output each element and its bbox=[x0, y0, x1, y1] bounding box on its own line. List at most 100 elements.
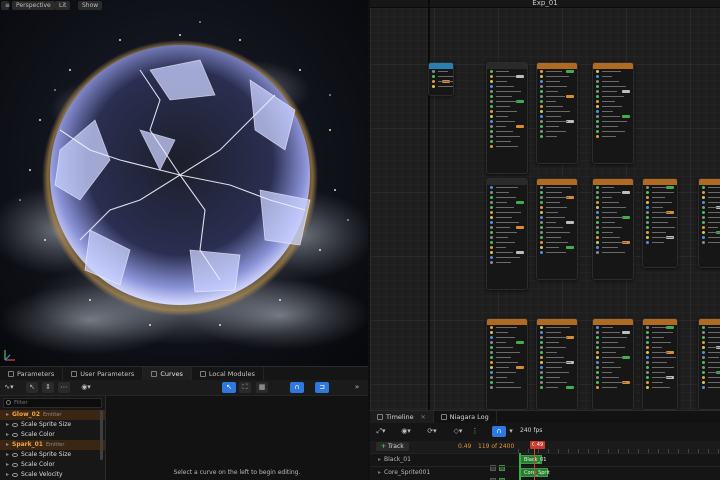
emitter-row[interactable]: ▸ Spark_01 Emitter bbox=[0, 440, 105, 450]
row-label: Scale Velocity bbox=[21, 471, 63, 478]
value-swatch bbox=[566, 386, 574, 389]
key-options-icon[interactable]: ◇▾ bbox=[450, 426, 466, 437]
track-name: ▸ Black_01 bbox=[378, 456, 411, 463]
move-tool-icon[interactable]: ⇕ bbox=[42, 382, 54, 393]
add-track-button[interactable]: + Track bbox=[376, 442, 409, 451]
graph-node[interactable] bbox=[592, 318, 634, 410]
emitter-row[interactable]: ▸ Glow_02 Emitter bbox=[0, 410, 105, 420]
fps-selector[interactable]: 240 fps bbox=[520, 427, 542, 434]
node-pin[interactable] bbox=[487, 144, 527, 149]
niagara-node-graph[interactable]: Exp_01 bbox=[368, 0, 720, 410]
graph-node[interactable] bbox=[592, 62, 634, 164]
viewport-menu-icon[interactable]: ≡ bbox=[1, 1, 10, 10]
close-icon[interactable]: ✕ bbox=[421, 414, 426, 421]
graph-node[interactable] bbox=[536, 178, 578, 280]
timeline-snap-icon[interactable]: ∩ bbox=[492, 426, 506, 437]
visibility-icon[interactable]: ◉▾ bbox=[78, 382, 94, 393]
row-label: Spark_01 bbox=[12, 441, 43, 448]
select-arrow-icon[interactable]: ↖ bbox=[222, 382, 236, 393]
node-pin[interactable] bbox=[699, 385, 720, 390]
visibility-icon[interactable] bbox=[12, 462, 18, 467]
value-swatch bbox=[622, 331, 630, 334]
track-toggle-icons[interactable] bbox=[490, 469, 514, 480]
expand-icon[interactable]: » bbox=[350, 382, 364, 393]
playback-options-icon[interactable]: ⟳▾ bbox=[424, 426, 440, 437]
node-pin[interactable] bbox=[537, 250, 577, 255]
scrollbar[interactable] bbox=[100, 410, 103, 460]
parameter-rows: ▸ Glow_02 Emitter ▸ Scale Sprite Size ▸ Scale … bbox=[0, 410, 105, 480]
node-pin[interactable] bbox=[643, 240, 677, 245]
snap-dropdown-icon[interactable]: ▾ bbox=[507, 426, 515, 437]
graph-node[interactable] bbox=[592, 178, 634, 280]
visibility-icon[interactable] bbox=[12, 472, 18, 477]
graph-node[interactable] bbox=[698, 318, 720, 410]
snap-options-icon[interactable]: ⋮ bbox=[470, 426, 480, 437]
expand-arrow-icon[interactable]: ▸ bbox=[378, 456, 381, 463]
frame-icon[interactable]: ⛶ bbox=[239, 382, 251, 393]
node-pin[interactable] bbox=[643, 385, 677, 390]
graph-node[interactable] bbox=[536, 318, 578, 410]
node-pin[interactable] bbox=[487, 385, 527, 390]
tab-curves[interactable]: Curves bbox=[143, 367, 192, 381]
node-pin[interactable] bbox=[593, 134, 633, 139]
playhead-label[interactable]: 0.49 bbox=[530, 441, 546, 449]
timeline-track-row[interactable]: ▸ Core_Sprite001 Core_Sprit bbox=[370, 466, 720, 480]
preview-viewport[interactable]: ≡ Perspective Lit Show bbox=[0, 0, 368, 366]
time-ruler[interactable] bbox=[518, 441, 720, 453]
node-pin[interactable] bbox=[537, 134, 577, 139]
lit-button[interactable]: Lit bbox=[55, 1, 71, 10]
graph-node[interactable] bbox=[642, 318, 678, 410]
node-pin[interactable] bbox=[699, 240, 720, 245]
track-toggle-icons[interactable] bbox=[490, 456, 514, 471]
graph-node[interactable] bbox=[642, 178, 678, 268]
tangent-tool-icon[interactable]: ⋯ bbox=[58, 382, 70, 393]
track-section-bar[interactable]: Black_01 bbox=[520, 455, 546, 464]
graph-node[interactable] bbox=[536, 62, 578, 164]
node-pin[interactable] bbox=[593, 250, 633, 255]
graph-node[interactable] bbox=[486, 62, 528, 174]
graph-node[interactable] bbox=[486, 178, 528, 290]
current-time[interactable]: 0.49 bbox=[458, 443, 471, 450]
tab-user-parameters[interactable]: User Parameters bbox=[63, 367, 144, 381]
magnet-icon[interactable]: ∩ bbox=[290, 382, 304, 393]
filter-icon[interactable]: ▦ bbox=[256, 382, 268, 393]
niagara-editor: ≡ Perspective Lit Show Parameters User P… bbox=[0, 0, 720, 480]
filter-input[interactable]: Filter bbox=[3, 398, 102, 408]
select-tool-icon[interactable]: ↖ bbox=[26, 382, 38, 393]
local-modules-icon bbox=[199, 371, 206, 377]
node-pin[interactable] bbox=[537, 385, 577, 390]
key-tool-icon[interactable]: ⤢▾ bbox=[374, 426, 388, 437]
plus-icon: + bbox=[381, 443, 387, 450]
perspective-button[interactable]: Perspective bbox=[12, 1, 55, 10]
row-label: Glow_02 bbox=[12, 411, 40, 418]
tab-parameters[interactable]: Parameters bbox=[0, 367, 64, 381]
visibility-icon[interactable] bbox=[12, 432, 18, 437]
snap-icon[interactable]: ⊐ bbox=[315, 382, 329, 393]
playhead[interactable] bbox=[534, 441, 535, 480]
graph-node[interactable] bbox=[698, 178, 720, 268]
show-button[interactable]: Show bbox=[78, 1, 103, 10]
curve-editor-area[interactable]: Select a curve on the left to begin edit… bbox=[106, 396, 368, 480]
tab-local-modules[interactable]: Local Modules bbox=[192, 367, 264, 381]
view-options-icon[interactable]: ◉▾ bbox=[398, 426, 414, 437]
tab-timeline[interactable]: Timeline ✕ bbox=[370, 411, 434, 423]
curve-parameter-row[interactable]: ▸ Scale Velocity bbox=[0, 470, 105, 480]
curve-parameter-row[interactable]: ▸ Scale Sprite Size bbox=[0, 420, 105, 430]
node-pin[interactable] bbox=[593, 385, 633, 390]
node-pin[interactable] bbox=[487, 260, 527, 265]
graph-node[interactable] bbox=[486, 318, 528, 410]
graph-divider bbox=[370, 7, 720, 8]
timeline-track-row[interactable]: ▸ Black_01 Black_01 bbox=[370, 453, 720, 471]
tab-niagara-log[interactable]: Niagara Log bbox=[434, 411, 497, 423]
curve-parameter-row[interactable]: ▸ Scale Color bbox=[0, 430, 105, 440]
value-swatch bbox=[566, 361, 574, 364]
node-pin[interactable] bbox=[429, 84, 453, 89]
curve-mode-icon[interactable]: ∿▾ bbox=[2, 382, 16, 393]
curve-parameter-row[interactable]: ▸ Scale Color bbox=[0, 460, 105, 470]
visibility-icon[interactable] bbox=[12, 452, 18, 457]
curve-parameter-row[interactable]: ▸ Scale Sprite Size bbox=[0, 450, 105, 460]
timeline-icon bbox=[377, 414, 383, 420]
visibility-icon[interactable] bbox=[12, 422, 18, 427]
graph-node[interactable] bbox=[428, 62, 454, 96]
expand-arrow-icon[interactable]: ▸ bbox=[378, 469, 381, 476]
